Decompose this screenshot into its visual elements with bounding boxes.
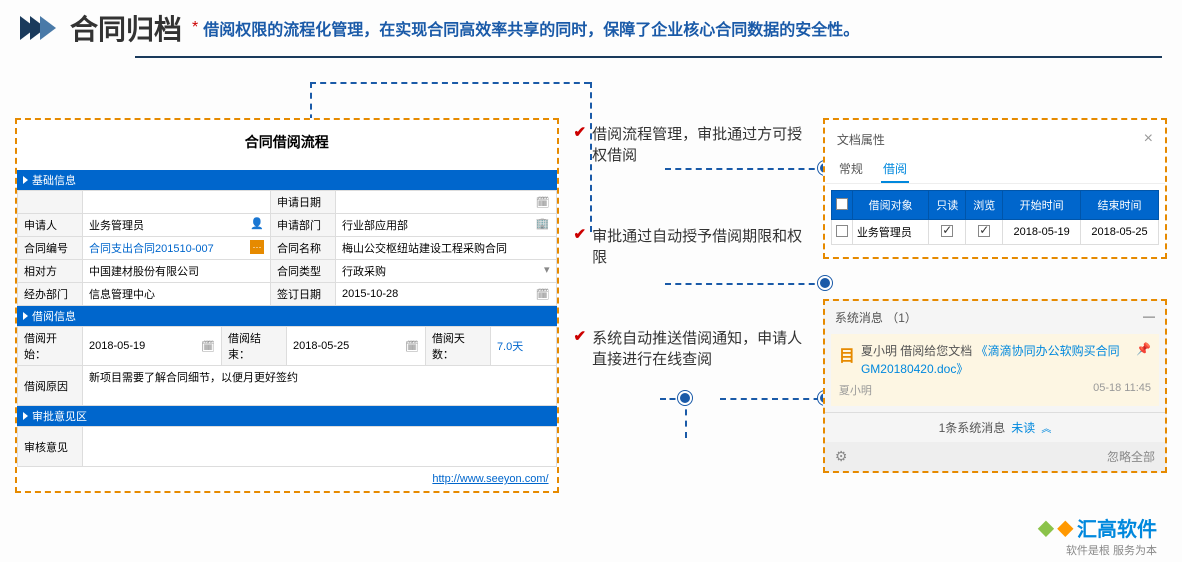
notif-message: 夏小明 借阅给您文档 《滴滴协同办公软购买合同GM20180420.doc》 <box>839 342 1151 378</box>
person-icon[interactable]: 👤 <box>250 217 264 230</box>
col-check <box>831 191 852 220</box>
check-icon: ✔ <box>574 123 587 165</box>
checkbox[interactable] <box>836 198 848 210</box>
props-tabs: 常规 借阅 <box>825 156 1165 184</box>
calendar-icon[interactable]: 🗓 <box>201 340 215 353</box>
feature-bullets: ✔ 借阅流程管理，审批通过方可授权借阅 ✔ 审批通过自动授予借阅期限和权限 ✔ … <box>574 118 808 493</box>
checkbox-checked[interactable] <box>941 225 953 237</box>
bullet-item: ✔ 系统自动推送借阅通知，申请人直接进行在线查阅 <box>574 327 808 369</box>
chevron-up-icon[interactable]: ︽ <box>1041 420 1051 435</box>
props-title: 文档属性 <box>837 131 885 148</box>
logo-icon: ◆ <box>1038 515 1053 540</box>
col-browse: 浏览 <box>966 191 1003 220</box>
pin-icon[interactable]: 📌 <box>1136 342 1151 356</box>
logo-icon: ◆ <box>1058 515 1073 540</box>
value-handle-dept: 信息管理中心 <box>83 283 271 306</box>
form-title: 合同借阅流程 <box>17 120 557 170</box>
calendar-icon[interactable]: 🗓 <box>405 340 419 353</box>
label-borrow-end: 借阅结束： <box>221 327 286 366</box>
minimize-icon[interactable]: — <box>1143 309 1155 326</box>
section-approval: 审批意见区 <box>17 406 557 426</box>
notif-footer[interactable]: 1条系统消息 未读 ︽ <box>825 412 1165 442</box>
table-row: 业务管理员 2018-05-19 2018-05-25 <box>831 220 1158 245</box>
value-borrow-end[interactable]: 2018-05-25🗓 <box>286 327 425 366</box>
bullet-item: ✔ 借阅流程管理，审批通过方可授权借阅 <box>574 123 808 165</box>
value-counterparty: 中国建材股份有限公司 <box>83 260 271 283</box>
document-properties-panel: 文档属性 × 常规 借阅 借阅对象 只读 浏览 开始时间 结束时间 业务管理员 <box>823 118 1167 259</box>
close-icon[interactable]: × <box>1144 130 1153 148</box>
label-handle-dept: 经办部门 <box>18 283 83 306</box>
org-icon[interactable]: 🏢 <box>536 217 550 230</box>
footer-url[interactable]: http://www.seeyon.com/ <box>17 467 557 491</box>
label-contract-name: 合同名称 <box>271 237 336 260</box>
dropdown-icon[interactable]: ▾ <box>544 263 550 276</box>
checkbox[interactable] <box>836 225 848 237</box>
chevron-icon <box>40 16 56 40</box>
value-contract-no[interactable]: 合同支出合同201510-007⋯ <box>83 237 271 260</box>
value-contract-name: 梅山公交枢纽站建设工程采购合同 <box>336 237 557 260</box>
label-contract-no: 合同编号 <box>18 237 83 260</box>
value-sign-date[interactable]: 2015-10-28🗓 <box>336 283 557 306</box>
label-applicant: 申请人 <box>18 214 83 237</box>
label-sign-date: 签订日期 <box>271 283 336 306</box>
page-header: 合同归档 * 借阅权限的流程化管理，在实现合同高效率共享的同时，保障了企业核心合… <box>0 0 1182 56</box>
value-borrow-start[interactable]: 2018-05-19🗓 <box>83 327 222 366</box>
props-table: 借阅对象 只读 浏览 开始时间 结束时间 业务管理员 2018-05-19 20… <box>831 190 1159 245</box>
system-message-panel: 系统消息 （1） — 📌 目 夏小明 借阅给您文档 《滴滴协同办公软购买合同GM… <box>823 299 1167 473</box>
page-subtitle: 借阅权限的流程化管理，在实现合同高效率共享的同时，保障了企业核心合同数据的安全性… <box>203 16 859 40</box>
section-borrow-info: 借阅信息 <box>17 306 557 326</box>
tab-general[interactable]: 常规 <box>837 156 865 183</box>
checkbox-checked[interactable] <box>978 225 990 237</box>
calendar-icon[interactable]: 🗓 <box>536 196 550 209</box>
value-review-opinion[interactable] <box>83 427 557 467</box>
tab-borrow[interactable]: 借阅 <box>881 156 909 183</box>
cell-end[interactable]: 2018-05-25 <box>1081 220 1159 245</box>
brand-logo: ◆◆ 汇高软件 软件是根 服务为本 <box>1038 513 1157 558</box>
label-review-opinion: 审核意见 <box>18 427 83 467</box>
value-apply-date[interactable]: 🗓 <box>336 191 557 214</box>
document-icon: 目 <box>839 342 855 366</box>
bullet-item: ✔ 审批通过自动授予借阅期限和权限 <box>574 225 808 267</box>
section-basic-info: 基础信息 <box>17 170 557 190</box>
label-borrow-days: 借阅天数： <box>425 327 490 366</box>
notification-card[interactable]: 📌 目 夏小明 借阅给您文档 《滴滴协同办公软购买合同GM20180420.do… <box>831 334 1159 406</box>
col-end: 结束时间 <box>1081 191 1159 220</box>
cell-target: 业务管理员 <box>852 220 928 245</box>
label-borrow-reason: 借阅原因 <box>18 366 83 406</box>
label-borrow-start: 借阅开始： <box>18 327 83 366</box>
gear-icon[interactable]: ⚙ <box>835 448 848 465</box>
check-icon: ✔ <box>574 327 587 369</box>
value-contract-type[interactable]: 行政采购▾ <box>336 260 557 283</box>
notif-sender: 夏小明 <box>839 382 872 398</box>
cell-start[interactable]: 2018-05-19 <box>1003 220 1081 245</box>
calendar-icon[interactable]: 🗓 <box>536 288 550 301</box>
notif-time: 05-18 11:45 <box>1093 382 1151 398</box>
asterisk-icon: * <box>192 19 198 37</box>
label-apply-dept: 申请部门 <box>271 214 336 237</box>
label-counterparty: 相对方 <box>18 260 83 283</box>
check-icon: ✔ <box>574 225 587 267</box>
page-title: 合同归档 <box>70 8 182 48</box>
borrow-process-form: 合同借阅流程 基础信息 申请日期 🗓 申请人 业务管理员👤 申请部门 行业部应用… <box>15 118 559 493</box>
col-readonly: 只读 <box>929 191 966 220</box>
lookup-icon[interactable]: ⋯ <box>250 240 264 254</box>
col-start: 开始时间 <box>1003 191 1081 220</box>
col-target: 借阅对象 <box>852 191 928 220</box>
ignore-all[interactable]: 忽略全部 <box>1107 448 1155 465</box>
value-borrow-days: 7.0天 <box>490 327 556 366</box>
value-apply-dept[interactable]: 行业部应用部🏢 <box>336 214 557 237</box>
value-borrow-reason[interactable]: 新项目需要了解合同细节，以便月更好签约 <box>83 366 557 406</box>
label-contract-type: 合同类型 <box>271 260 336 283</box>
label-apply-date: 申请日期 <box>271 191 336 214</box>
chevron-icon-group <box>20 16 50 40</box>
notif-title: 系统消息 （1） <box>835 309 917 326</box>
value-applicant[interactable]: 业务管理员👤 <box>83 214 271 237</box>
